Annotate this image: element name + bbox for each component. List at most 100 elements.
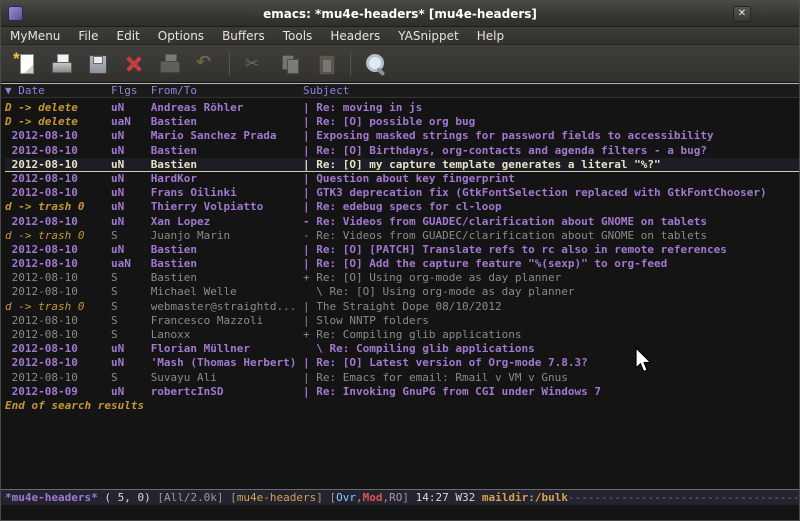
message-row[interactable]: 2012-08-10 uN Xan Lopez - Re: Videos fro… — [5, 215, 799, 229]
open-file-icon — [49, 52, 73, 76]
message-flags: uN — [111, 215, 151, 229]
menu-yasnippet[interactable]: YASnippet — [389, 28, 468, 44]
message-date: 2012-08-10 — [5, 172, 111, 186]
message-date: 2012-08-10 — [5, 356, 111, 370]
menu-mymenu[interactable]: MyMenu — [1, 28, 69, 44]
column-header-flags[interactable]: Flgs — [111, 84, 151, 97]
window-close-button[interactable]: ✕ — [733, 6, 751, 22]
menu-headers[interactable]: Headers — [321, 28, 389, 44]
message-row[interactable]: d -> trash 0 S webmaster@straightd... | … — [5, 300, 799, 314]
message-flags: uN — [111, 356, 151, 370]
menu-file[interactable]: File — [69, 28, 107, 44]
message-flags: S — [111, 271, 151, 285]
message-row[interactable]: 2012-08-10 uN HardKor | Question about k… — [5, 172, 799, 186]
message-from: Bastien — [151, 144, 303, 158]
message-subject: | Re: [O] Latest version of Org-mode 7.8… — [303, 356, 799, 370]
close-buffer-button[interactable] — [118, 49, 148, 79]
cut-icon — [242, 52, 266, 76]
message-subject: | Re: [O] my capture template generates … — [303, 158, 799, 171]
message-flags: uN — [111, 144, 151, 158]
modeline-segment-dim: [All/2.0k] — [157, 491, 230, 504]
window-title: emacs: *mu4e-headers* [mu4e-headers] — [1, 7, 799, 21]
message-from: Xan Lopez — [151, 215, 303, 229]
save-icon — [85, 52, 109, 76]
modeline-segment-folder: maildir:/bulk — [482, 491, 568, 504]
menu-tools[interactable]: Tools — [274, 28, 322, 44]
message-row[interactable]: 2012-08-10 S Bastien + Re: [O] Using org… — [5, 271, 799, 285]
message-row[interactable]: 2012-08-10 S Francesco Mazzoli | Slow NN… — [5, 314, 799, 328]
message-from: Florian Müllner — [151, 342, 303, 356]
message-flags: uN — [111, 342, 151, 356]
message-row[interactable]: d -> trash 0 uN Thierry Volpiatto | Re: … — [5, 200, 799, 214]
message-flags: uN — [111, 186, 151, 200]
message-row[interactable]: 2012-08-10 uN Mario Sanchez Prada | Expo… — [5, 129, 799, 143]
undo-icon — [193, 52, 217, 76]
message-subject: | GTK3 deprecation fix (GtkFontSelection… — [303, 186, 799, 200]
menu-options[interactable]: Options — [149, 28, 213, 44]
message-date: 2012-08-10 — [5, 285, 111, 299]
message-date: 2012-08-10 — [5, 186, 111, 200]
message-from: Francesco Mazzoli — [151, 314, 303, 328]
message-subject: | Re: Emacs for email: Rmail v VM v Gnus — [303, 371, 799, 385]
menu-buffers[interactable]: Buffers — [213, 28, 274, 44]
message-subject: | The Straight Dope 08/10/2012 — [303, 300, 799, 314]
message-subject: | Re: edebug specs for cl-loop — [303, 200, 799, 214]
undo-button — [190, 49, 220, 79]
message-row[interactable]: 2012-08-10 S Suvayu Ali | Re: Emacs for … — [5, 371, 799, 385]
echo-area[interactable] — [1, 505, 799, 520]
message-row[interactable]: 2012-08-10 uN Florian Müllner \ Re: Comp… — [5, 342, 799, 356]
modeline-segment-dim: ] — [402, 491, 415, 504]
open-file-button[interactable] — [46, 49, 76, 79]
message-row[interactable]: 2012-08-10 S Michael Welle \ Re: [O] Usi… — [5, 285, 799, 299]
message-from: Lanoxx — [151, 328, 303, 342]
message-subject: | Re: Invoking GnuPG from CGI under Wind… — [303, 385, 799, 399]
new-file-icon — [13, 52, 37, 76]
message-date: 2012-08-10 — [5, 257, 111, 271]
column-header-date[interactable]: ▼ Date — [5, 84, 111, 97]
paste-icon — [314, 52, 338, 76]
message-row[interactable]: 2012-08-10 uN Frans Oilinki | GTK3 depre… — [5, 186, 799, 200]
message-date: 2012-08-10 — [5, 328, 111, 342]
message-row[interactable]: D -> delete uaN Bastien | Re: [O] possib… — [5, 115, 799, 129]
column-header-subject[interactable]: Subject — [303, 84, 799, 97]
message-row[interactable]: 2012-08-10 uN Bastien | Re: [O] [PATCH] … — [5, 243, 799, 257]
message-date: D -> delete — [5, 101, 111, 115]
message-date: D -> delete — [5, 115, 111, 129]
message-date: d -> trash 0 — [5, 300, 111, 314]
message-row[interactable]: d -> trash 0 S Juanjo Marin - Re: Videos… — [5, 229, 799, 243]
message-row[interactable]: D -> delete uN Andreas Röhler | Re: movi… — [5, 101, 799, 115]
message-row[interactable]: 2012-08-10 uN Bastien | Re: [O] Birthday… — [5, 144, 799, 158]
new-file-button[interactable] — [10, 49, 40, 79]
modeline-segment-plain: 14:27 — [416, 491, 456, 504]
search-button[interactable] — [360, 49, 390, 79]
message-subject: | Re: [O] Add the capture feature "%(sex… — [303, 257, 799, 271]
message-list: D -> delete uN Andreas Röhler | Re: movi… — [5, 101, 799, 399]
message-row[interactable]: 2012-08-09 uN robertcInSD | Re: Invoking… — [5, 385, 799, 399]
message-subject: - Re: Videos from GUADEC/clarification a… — [303, 215, 799, 229]
toolbar-separator — [229, 52, 230, 76]
copy-button — [275, 49, 305, 79]
message-subject: | Re: [O] Birthdays, org-contacts and ag… — [303, 144, 799, 158]
menu-edit[interactable]: Edit — [108, 28, 149, 44]
message-flags: uN — [111, 172, 151, 186]
paste-button — [311, 49, 341, 79]
message-flags: uN — [111, 101, 151, 115]
title-bar: emacs: *mu4e-headers* [mu4e-headers] ✕ — [1, 1, 799, 27]
menu-help[interactable]: Help — [468, 28, 513, 44]
mode-line: *mu4e-headers* ( 5, 0) [All/2.0k] [mu4e-… — [1, 489, 799, 505]
message-subject: + Re: [O] Using org-mode as day planner — [303, 271, 799, 285]
modeline-segment-dim: , — [383, 491, 390, 504]
message-subject: - Re: Videos from GUADEC/clarification a… — [303, 229, 799, 243]
print-icon — [157, 52, 181, 76]
message-row[interactable]: 2012-08-10 uN Bastien | Re: [O] my captu… — [5, 158, 799, 172]
message-row[interactable]: 2012-08-10 uN 'Mash (Thomas Herbert) | R… — [5, 356, 799, 370]
message-flags: uaN — [111, 257, 151, 271]
toolbar — [1, 45, 799, 83]
message-subject: | Slow NNTP folders — [303, 314, 799, 328]
message-date: d -> trash 0 — [5, 229, 111, 243]
column-header-from[interactable]: From/To — [151, 84, 303, 97]
message-row[interactable]: 2012-08-10 S Lanoxx + Re: Compiling glib… — [5, 328, 799, 342]
save-button[interactable] — [82, 49, 112, 79]
message-row[interactable]: 2012-08-10 uaN Bastien | Re: [O] Add the… — [5, 257, 799, 271]
message-from: Bastien — [151, 115, 303, 129]
